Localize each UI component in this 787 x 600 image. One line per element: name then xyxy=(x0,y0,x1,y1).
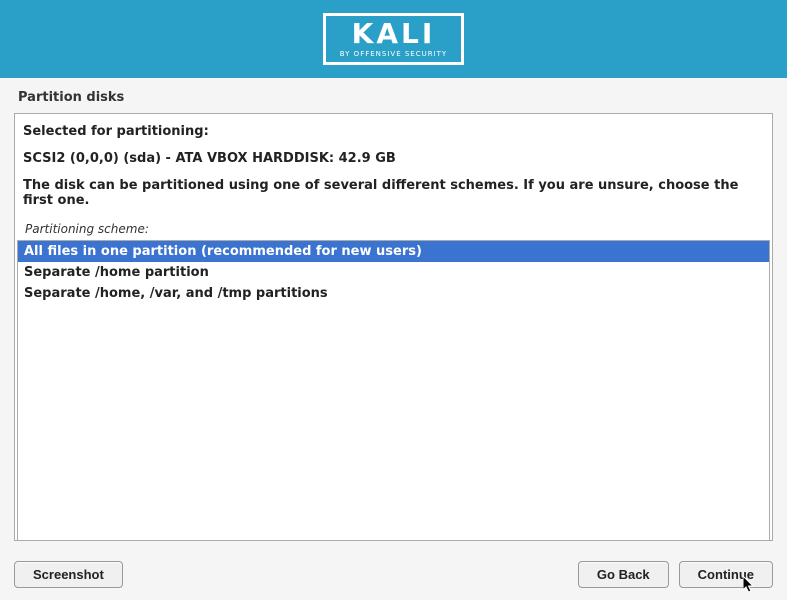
selected-label: Selected for partitioning: xyxy=(23,124,764,139)
screenshot-button[interactable]: Screenshot xyxy=(14,561,123,588)
main-panel: Selected for partitioning: SCSI2 (0,0,0)… xyxy=(14,113,773,541)
scheme-label: Partitioning scheme: xyxy=(15,220,772,240)
partitioning-scheme-list[interactable]: All files in one partition (recommended … xyxy=(17,240,770,541)
continue-button[interactable]: Continue xyxy=(679,561,773,588)
button-group-right: Go Back Continue xyxy=(578,561,773,588)
instruction-text: The disk can be partitioned using one of… xyxy=(23,178,764,208)
button-bar: Screenshot Go Back Continue xyxy=(14,561,773,588)
page-title: Partition disks xyxy=(0,78,787,113)
option-separate-home[interactable]: Separate /home partition xyxy=(18,262,769,283)
logo-text: KALI xyxy=(352,20,436,48)
go-back-button[interactable]: Go Back xyxy=(578,561,669,588)
kali-logo: KALI BY OFFENSIVE SECURITY xyxy=(323,13,464,65)
header-banner: KALI BY OFFENSIVE SECURITY xyxy=(0,0,787,78)
content-area: Partition disks Selected for partitionin… xyxy=(0,78,787,541)
option-all-files[interactable]: All files in one partition (recommended … xyxy=(18,241,769,262)
disk-info: SCSI2 (0,0,0) (sda) - ATA VBOX HARDDISK:… xyxy=(23,151,764,166)
option-separate-home-var-tmp[interactable]: Separate /home, /var, and /tmp partition… xyxy=(18,283,769,304)
logo-subtext: BY OFFENSIVE SECURITY xyxy=(340,50,447,58)
info-block: Selected for partitioning: SCSI2 (0,0,0)… xyxy=(15,114,772,208)
